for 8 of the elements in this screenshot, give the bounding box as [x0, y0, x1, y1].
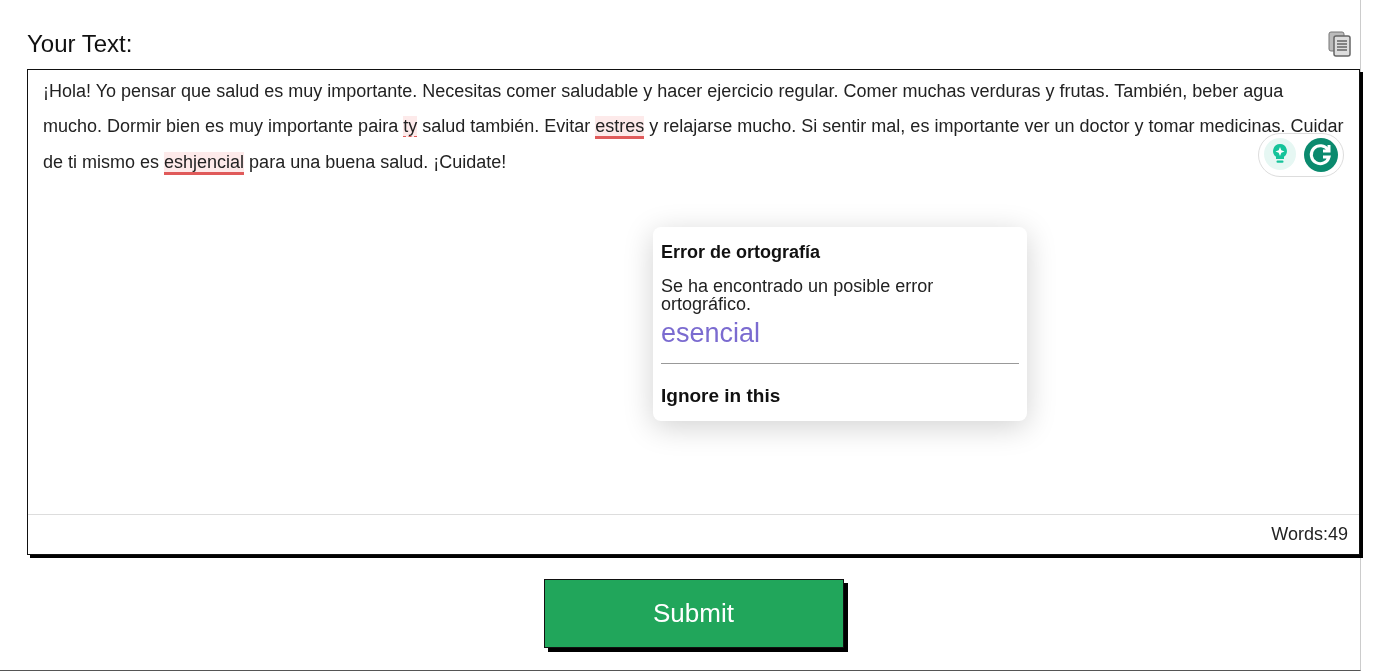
- popup-title: Error de ortografía: [661, 240, 822, 264]
- heading: Your Text:: [27, 30, 133, 59]
- popup-message: Se ha encontrado un posible error ortográfico.: [661, 276, 935, 313]
- word-count: Words:49: [1271, 522, 1348, 546]
- refresh-icon[interactable]: [1303, 136, 1339, 173]
- copy-icon[interactable]: [1328, 31, 1352, 58]
- ignore-button[interactable]: Ignore in this: [661, 382, 781, 411]
- replacement-suggestion[interactable]: esencial: [661, 316, 761, 350]
